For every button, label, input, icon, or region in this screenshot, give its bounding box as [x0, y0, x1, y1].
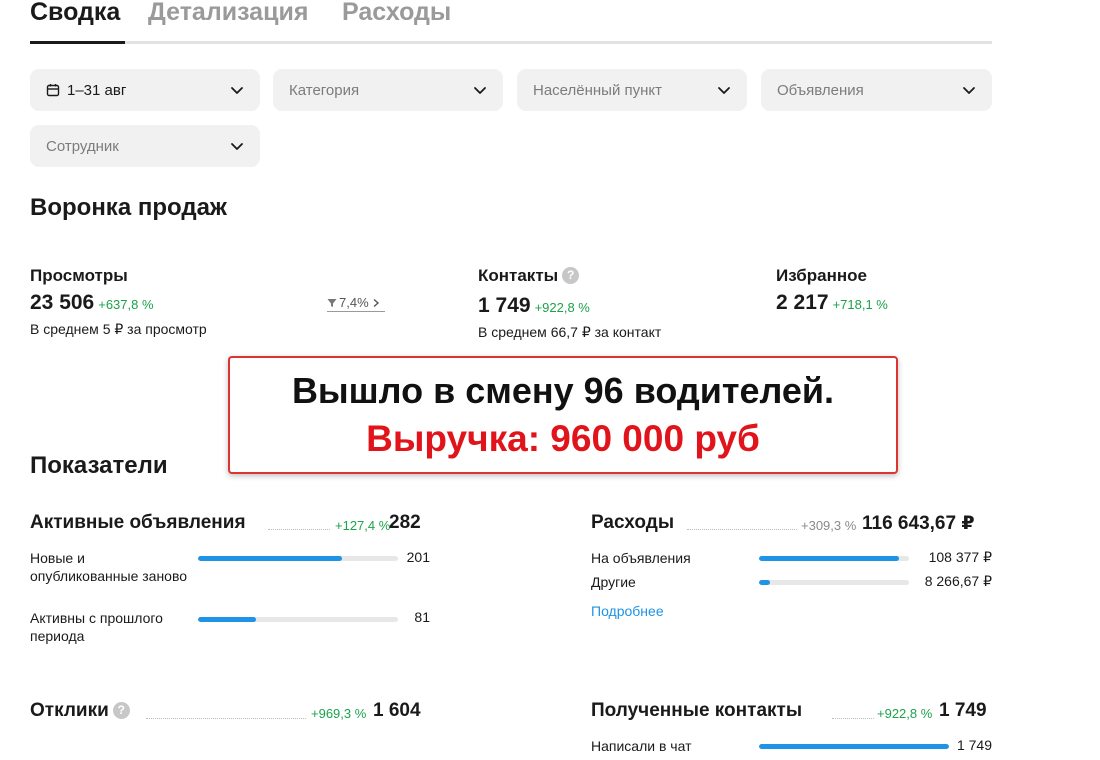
leader-dots [832, 718, 874, 719]
calendar-icon [46, 84, 60, 97]
views-value: 23 506 +637,8 % [30, 291, 154, 315]
contacts-delta: +922,8 % [534, 300, 590, 315]
conversion-value: 7,4% [339, 295, 369, 310]
views-number: 23 506 [30, 291, 95, 314]
favorites-value: 2 217 +718,1 % [776, 291, 888, 315]
favorites-label: Избранное [776, 266, 867, 285]
chevron-down-icon [231, 143, 243, 150]
views-sub: В среднем 5 ₽ за просмотр [30, 321, 207, 337]
expenses-row-bar [759, 580, 909, 585]
active-ads-row-value: 201 [406, 549, 430, 565]
bar-fill [759, 744, 949, 749]
bar-fill [759, 556, 899, 561]
views-delta: +637,8 % [98, 297, 154, 312]
more-link[interactable]: Подробнее [591, 603, 664, 619]
expenses-row-label: На объявления [591, 550, 691, 566]
tab-active-indicator [30, 41, 125, 44]
contacts-label: Контакты? [478, 266, 580, 286]
indicators-title: Показатели [30, 452, 168, 479]
expenses-total: 116 643,67 ₽ [862, 513, 975, 534]
funnel-title: Воронка продаж [30, 194, 227, 221]
date-filter-value: 1–31 авг [67, 81, 127, 99]
tab-details[interactable]: Детализация [148, 0, 308, 27]
chevron-down-icon [474, 87, 486, 94]
bar-fill [759, 580, 770, 585]
responses-title: Отклики? [30, 700, 130, 722]
ads-filter-placeholder: Объявления [777, 81, 864, 99]
responses-title-text: Отклики [30, 700, 109, 721]
employee-filter[interactable]: Сотрудник [30, 125, 260, 167]
tab-summary[interactable]: Сводка [30, 0, 120, 27]
received-contacts-total: 1 749 [939, 700, 987, 721]
received-contacts-row-value: 1 749 [956, 737, 992, 753]
category-filter[interactable]: Категория [273, 69, 503, 111]
chevron-down-icon [963, 87, 975, 94]
overlay-banner: Вышло в смену 96 водителей. Выручка: 960… [228, 356, 898, 474]
responses-total: 1 604 [373, 700, 421, 721]
conversion-link[interactable]: 7,4% [327, 295, 385, 312]
chevron-right-icon [373, 298, 379, 307]
locality-filter-placeholder: Населённый пункт [533, 81, 663, 99]
received-contacts-title: Полученные контакты [591, 700, 803, 721]
views-label: Просмотры [30, 266, 128, 285]
favorites-delta: +718,1 % [832, 297, 888, 312]
contacts-number: 1 749 [478, 294, 531, 317]
active-ads-row-value: 81 [414, 609, 430, 625]
bar-fill [198, 617, 256, 622]
leader-dots [268, 529, 330, 530]
active-ads-row-label: Новые и опубликованные заново [30, 550, 188, 584]
expenses-row-value: 108 377 ₽ [928, 549, 992, 565]
funnel-icon [327, 298, 337, 307]
bar-fill [198, 556, 342, 561]
tabs-divider [30, 41, 992, 44]
help-icon[interactable]: ? [562, 267, 580, 284]
responses-delta: +969,3 % [311, 706, 367, 721]
active-ads-row-bar [198, 617, 398, 622]
leader-dots [687, 529, 797, 530]
banner-line-2: Выручка: 960 000 руб [366, 418, 760, 459]
contacts-sub: В среднем 66,7 ₽ за контакт [478, 324, 662, 340]
date-filter[interactable]: 1–31 авг [30, 69, 260, 111]
expenses-title: Расходы [591, 512, 675, 533]
chevron-down-icon [231, 87, 243, 94]
favorites-number: 2 217 [776, 291, 829, 314]
active-ads-row-label: Активны с прошлого периода [30, 610, 163, 644]
expenses-row-bar [759, 556, 909, 561]
chevron-down-icon [718, 87, 730, 94]
expenses-row-label: Другие [591, 574, 636, 590]
expenses-row-value: 8 266,67 ₽ [924, 573, 992, 589]
ads-filter[interactable]: Объявления [761, 69, 992, 111]
received-contacts-row-bar [759, 744, 949, 749]
contacts-label-text: Контакты [478, 266, 559, 285]
active-ads-title: Активные объявления [30, 512, 246, 533]
received-contacts-row-label: Написали в чат [591, 738, 692, 754]
active-ads-row-bar [198, 556, 398, 561]
category-filter-placeholder: Категория [289, 81, 360, 99]
help-icon[interactable]: ? [112, 702, 130, 719]
tab-expenses[interactable]: Расходы [342, 0, 451, 27]
contacts-value: 1 749 +922,8 % [478, 294, 590, 318]
active-ads-total: 282 [389, 512, 421, 533]
received-contacts-delta: +922,8 % [877, 706, 933, 721]
locality-filter[interactable]: Населённый пункт [517, 69, 747, 111]
active-ads-delta: +127,4 % [335, 518, 391, 533]
expenses-delta: +309,3 % [801, 518, 857, 533]
employee-filter-placeholder: Сотрудник [46, 137, 119, 155]
banner-line-1: Вышло в смену 96 водителей. [291, 370, 835, 411]
leader-dots [146, 718, 306, 719]
